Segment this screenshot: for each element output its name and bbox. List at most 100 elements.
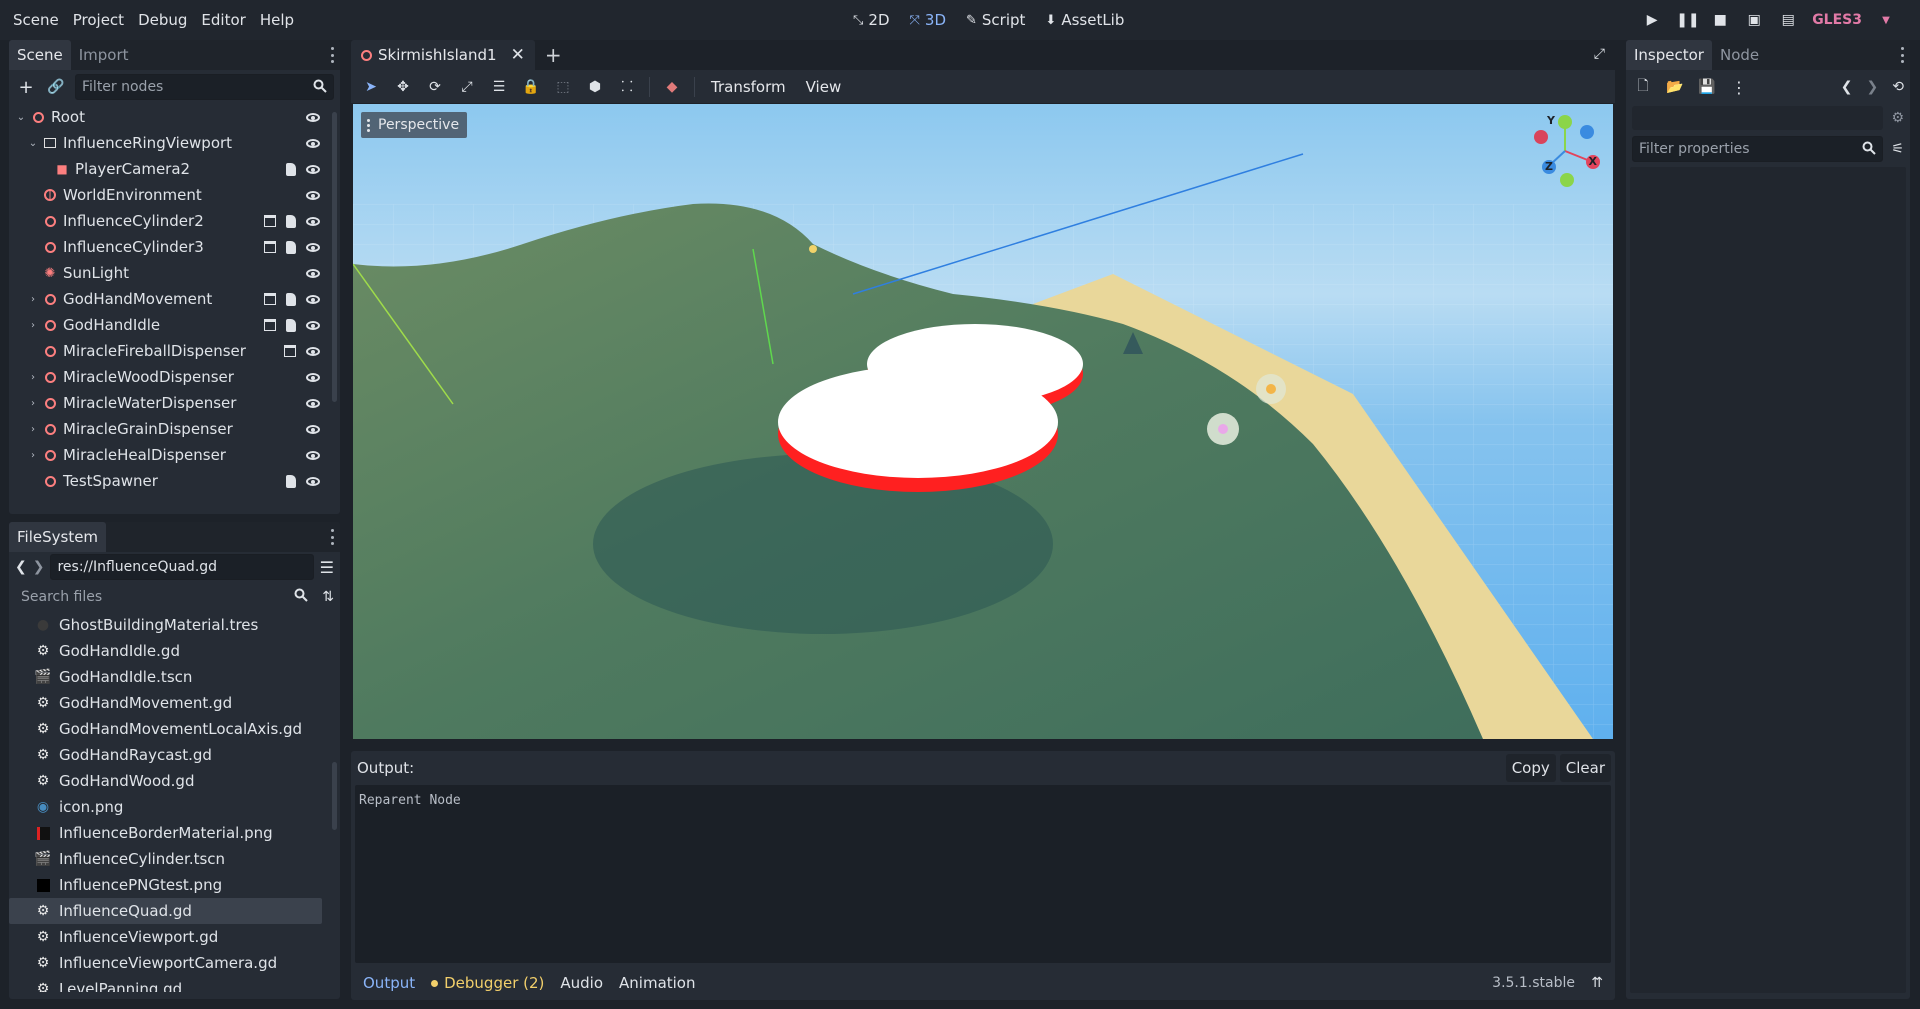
copy-button[interactable]: Copy — [1505, 754, 1556, 782]
perspective-menu-button[interactable]: Perspective — [361, 112, 468, 138]
scene-node[interactable]: › MiracleWaterDispenser — [9, 390, 340, 416]
output-log[interactable]: Reparent Node — [355, 785, 1611, 963]
distraction-free-icon[interactable]: ⤢ — [1594, 46, 1605, 62]
scene-node[interactable]: › GodHandMovement — [9, 286, 340, 312]
chevron-right-icon[interactable]: › — [27, 372, 39, 383]
file-item[interactable]: ⚙ LevelPanning.gd — [9, 976, 340, 992]
snap-icon[interactable]: ⸬ — [613, 74, 641, 100]
chevron-right-icon[interactable]: › — [27, 424, 39, 435]
script-icon[interactable] — [286, 292, 296, 306]
visibility-eye-icon[interactable] — [306, 476, 320, 486]
scene-tree-scrollbar[interactable] — [332, 112, 337, 402]
rotate-tool-icon[interactable]: ⟳ — [421, 74, 449, 100]
scene-instance-icon[interactable] — [264, 319, 276, 331]
visibility-eye-icon[interactable] — [306, 346, 320, 356]
forward-icon[interactable]: ❯ — [1867, 79, 1879, 95]
menu-help[interactable]: Help — [253, 11, 301, 29]
scene-node[interactable]: › MiracleHealDispenser — [9, 442, 340, 468]
play-icon[interactable]: ▶ — [1642, 12, 1662, 28]
tab-inspector[interactable]: Inspector — [1626, 40, 1712, 70]
tab-import[interactable]: Import — [71, 40, 137, 70]
visibility-eye-icon[interactable] — [306, 138, 320, 148]
tab-scene[interactable]: Scene — [9, 40, 71, 70]
scene-node[interactable]: InfluenceCylinder2 — [9, 208, 340, 234]
tab-node[interactable]: Node — [1712, 40, 1767, 70]
tab-debugger[interactable]: Debugger (2) — [425, 974, 550, 992]
visibility-eye-icon[interactable] — [306, 320, 320, 330]
scene-node[interactable]: ■ PlayerCamera2 — [9, 156, 340, 182]
scene-instance-icon[interactable] — [264, 241, 276, 253]
forward-icon[interactable]: ❯ — [33, 559, 45, 575]
back-icon[interactable]: ❮ — [1841, 79, 1853, 95]
scene-node[interactable]: ✺ SunLight — [9, 260, 340, 286]
dock-menu-icon[interactable] — [330, 529, 334, 545]
scene-node[interactable]: ⌄ InfluenceRingViewport — [9, 130, 340, 156]
object-selector[interactable] — [1632, 106, 1884, 130]
scene-node[interactable]: › GodHandIdle — [9, 312, 340, 338]
search-files-input[interactable]: Search files — [15, 584, 314, 610]
chevron-right-icon[interactable]: › — [27, 450, 39, 461]
move-tool-icon[interactable]: ✥ — [389, 74, 417, 100]
chevron-down-icon[interactable]: ⌄ — [27, 138, 39, 149]
visibility-eye-icon[interactable] — [306, 450, 320, 460]
script-icon[interactable] — [286, 474, 296, 488]
open-folder-icon[interactable]: 📂 — [1664, 76, 1686, 98]
history-icon[interactable]: ⟲ — [1892, 79, 1904, 95]
play-scene-icon[interactable]: ▣ — [1744, 12, 1764, 28]
chevron-right-icon[interactable]: › — [27, 320, 39, 331]
scene-tab-skirmishisland1[interactable]: SkirmishIsland1 ✕ — [351, 40, 535, 70]
file-item[interactable]: ⚙ InfluenceViewportCamera.gd — [9, 950, 340, 976]
visibility-eye-icon[interactable] — [306, 216, 320, 226]
sort-icon[interactable]: ⇅ — [322, 589, 334, 605]
add-node-icon[interactable]: + — [15, 76, 37, 98]
3d-viewport[interactable]: Perspective Y X Z — [353, 104, 1613, 739]
view-menu[interactable]: View — [798, 78, 850, 96]
script-icon[interactable] — [286, 214, 296, 228]
tab-audio[interactable]: Audio — [554, 974, 609, 992]
file-item[interactable]: 🎬 GodHandIdle.tscn — [9, 664, 340, 690]
visibility-eye-icon[interactable] — [306, 190, 320, 200]
file-item[interactable]: ⚙ GodHandRaycast.gd — [9, 742, 340, 768]
object-properties-icon[interactable]: ⚙ — [1891, 110, 1904, 126]
play-custom-scene-icon[interactable]: ▤ — [1778, 12, 1798, 28]
add-scene-tab-icon[interactable]: + — [545, 43, 562, 67]
menu-project[interactable]: Project — [66, 11, 131, 29]
stop-icon[interactable]: ■ — [1710, 12, 1730, 28]
select-tool-icon[interactable]: ➤ — [357, 74, 385, 100]
dock-menu-icon[interactable] — [330, 47, 334, 63]
camera-override-icon[interactable]: ◆ — [658, 74, 686, 100]
group-icon[interactable] — [264, 293, 276, 305]
workspace-script[interactable]: ✎ Script — [958, 11, 1033, 29]
back-icon[interactable]: ❮ — [15, 559, 27, 575]
file-item[interactable]: InfluencePNGtest.png — [9, 872, 340, 898]
local-space-icon[interactable]: ⬢ — [581, 74, 609, 100]
workspace-2d[interactable]: ⤡ 2D — [845, 11, 898, 29]
scene-node[interactable]: › MiracleWoodDispenser — [9, 364, 340, 390]
dock-menu-icon[interactable] — [1900, 47, 1904, 63]
file-item[interactable]: ⚙ GodHandWood.gd — [9, 768, 340, 794]
transform-menu[interactable]: Transform — [703, 78, 794, 96]
filter-nodes-input[interactable]: Filter nodes — [75, 74, 334, 100]
save-icon[interactable]: 💾 — [1696, 76, 1718, 98]
scene-instance-icon[interactable] — [264, 215, 276, 227]
tab-animation[interactable]: Animation — [613, 974, 701, 992]
file-item[interactable]: ● GhostBuildingMaterial.tres — [9, 612, 340, 638]
workspace-3d[interactable]: ⤧ 3D — [902, 11, 955, 29]
chevron-right-icon[interactable]: › — [27, 398, 39, 409]
tab-filesystem[interactable]: FileSystem — [9, 522, 107, 552]
visibility-eye-icon[interactable] — [306, 294, 320, 304]
file-item[interactable]: ⚙ GodHandMovement.gd — [9, 690, 340, 716]
file-item[interactable]: InfluenceBorderMaterial.png — [9, 820, 340, 846]
more-options-icon[interactable]: ⋮ — [1728, 76, 1750, 98]
scene-instance-icon[interactable] — [284, 345, 296, 357]
script-icon[interactable] — [286, 318, 296, 332]
list-select-icon[interactable]: ☰ — [485, 74, 513, 100]
scene-node[interactable]: InfluenceCylinder3 — [9, 234, 340, 260]
new-resource-icon[interactable]: 🗋 — [1632, 76, 1654, 98]
visibility-eye-icon[interactable] — [306, 112, 320, 122]
scale-tool-icon[interactable]: ⤢ — [453, 74, 481, 100]
visibility-eye-icon[interactable] — [306, 372, 320, 382]
visibility-eye-icon[interactable] — [306, 242, 320, 252]
scene-node[interactable]: › MiracleGrainDispenser — [9, 416, 340, 442]
chevron-down-icon[interactable]: ▼ — [1876, 15, 1896, 26]
